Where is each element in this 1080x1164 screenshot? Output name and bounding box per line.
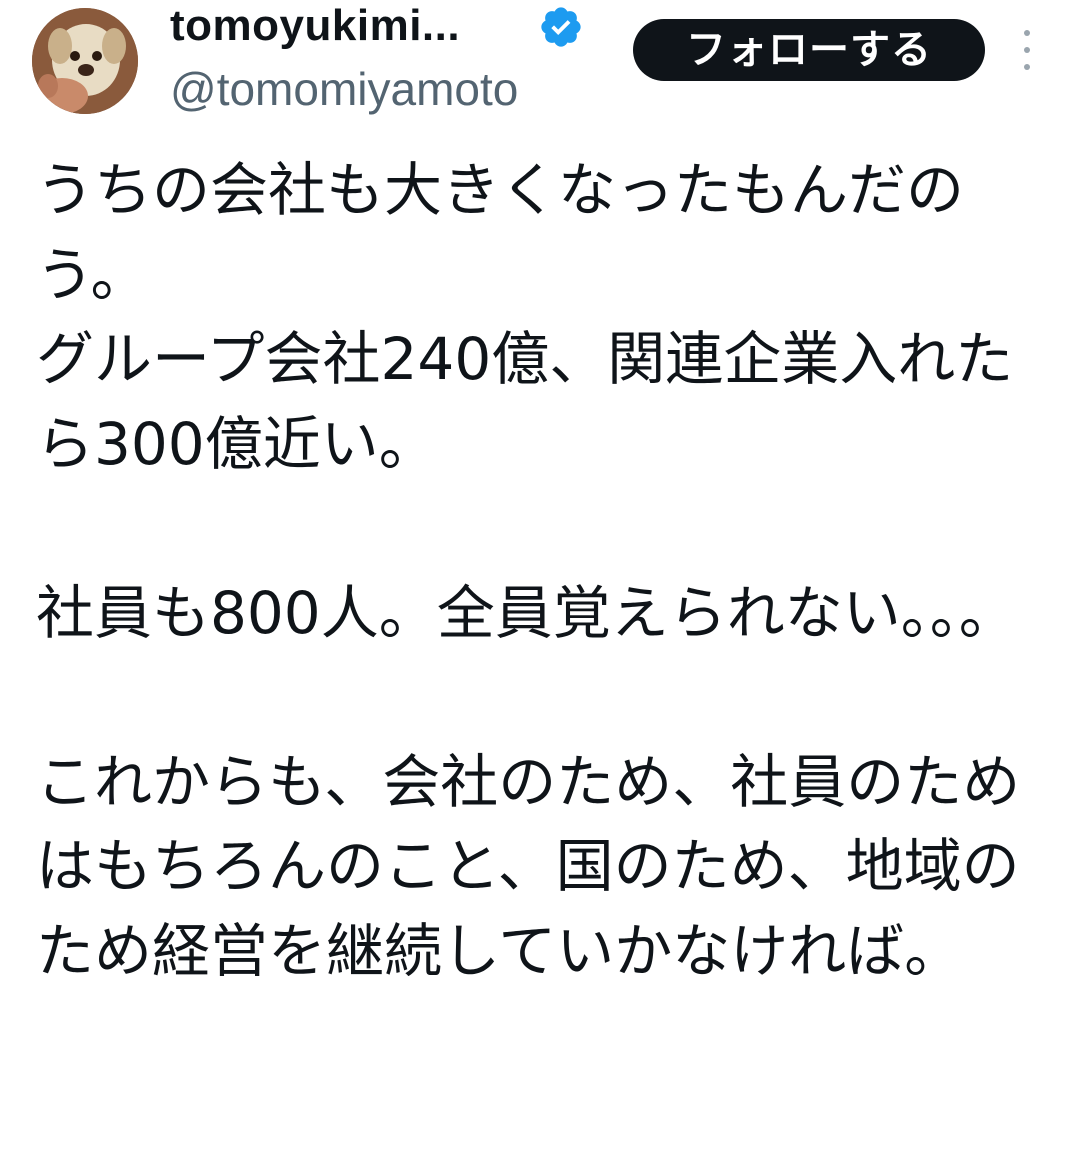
display-name[interactable]: tomoyukimi... [170, 0, 460, 54]
more-dot [1024, 47, 1030, 53]
more-dot [1024, 30, 1030, 36]
user-handle[interactable]: @tomomiyamoto [170, 60, 518, 118]
more-dot [1024, 64, 1030, 70]
more-vertical-icon[interactable] [1012, 30, 1042, 70]
tweet-text: うちの会社も大きくなったもんだのう。 グループ会社240億、関連企業入れたら30… [36, 156, 1021, 985]
dog-avatar-icon [32, 8, 138, 114]
verified-badge-icon [541, 7, 581, 47]
avatar[interactable] [32, 8, 138, 114]
tweet-header: tomoyukimi... @tomomiyamoto フォローする [0, 0, 1080, 130]
follow-button[interactable]: フォローする [633, 19, 985, 81]
